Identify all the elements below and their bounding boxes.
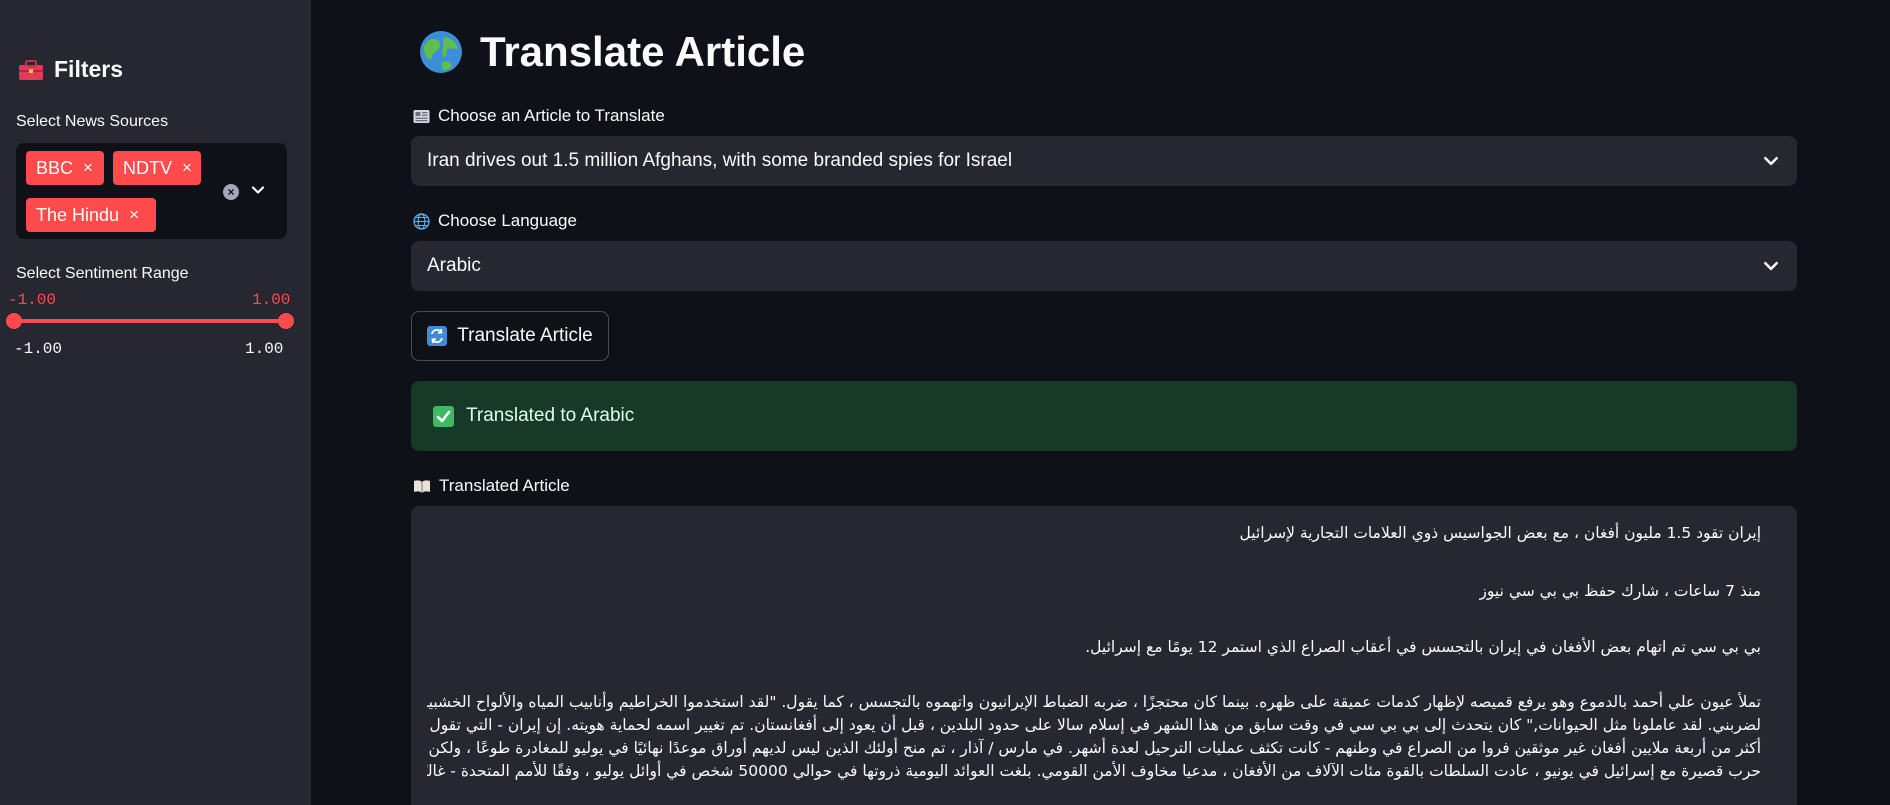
range-min-label: -1.00: [14, 340, 63, 358]
article-label-text: Choose an Article to Translate: [438, 106, 665, 125]
slider-thumb-max[interactable]: [278, 313, 294, 329]
chip-remove-icon[interactable]: ×: [83, 158, 93, 178]
chip-label: BBC: [36, 157, 74, 178]
sentiment-range-label: Select Sentiment Range: [16, 265, 189, 282]
article-select-value: Iran drives out 1.5 million Afghans, wit…: [427, 150, 1013, 171]
news-sources-label: Select News Sources: [16, 113, 169, 130]
chip-label: The Hindu: [36, 204, 120, 225]
globe-icon: [420, 31, 462, 73]
translated-line: منذ 7 ساعات ، شارك حفظ بي بي سي نيوز: [1479, 582, 1761, 600]
clear-icon[interactable]: ×: [223, 184, 239, 200]
page-title-text: Translate Article: [480, 28, 806, 75]
sidebar: Filters Select News Sources BBC × NDTV ×…: [0, 0, 311, 805]
chip-label: NDTV: [123, 157, 172, 178]
range-max-label: 1.00: [245, 340, 284, 358]
book-icon: [414, 479, 430, 493]
slider-max-value: 1.00: [252, 291, 291, 309]
translated-label: Translated Article: [413, 476, 570, 496]
chip-remove-icon[interactable]: ×: [129, 205, 139, 225]
slider-thumb-min[interactable]: [6, 313, 22, 329]
translated-line: تملأ عيون علي أحمد بالدموع وهو يرفع قميص…: [427, 693, 1761, 711]
success-message: Translated to Arabic: [466, 405, 635, 426]
globe-small-icon: [413, 212, 430, 230]
translated-line: لضربني. لقد عاملونا مثل الحيوانات," كان …: [427, 716, 1761, 734]
translated-line: حرب قصيرة مع إسرائيل في يونيو ، عادت الس…: [427, 762, 1761, 780]
chevron-down-icon[interactable]: [1763, 153, 1779, 169]
translated-line: إيران تقود 1.5 مليون أفغان ، مع بعض الجو…: [1239, 524, 1761, 542]
article-select[interactable]: Iran drives out 1.5 million Afghans, wit…: [411, 136, 1797, 186]
translate-article-button[interactable]: Translate Article: [411, 311, 609, 361]
chip-remove-icon[interactable]: ×: [182, 158, 192, 178]
page-title: Translate Article: [418, 28, 805, 76]
sentiment-slider-track[interactable]: [14, 319, 286, 323]
slider-min-value: -1.00: [8, 291, 57, 309]
translated-line: أكثر من أربعة ملايين أفغان غير موثقين فر…: [427, 739, 1761, 757]
chip-the-hindu[interactable]: The Hindu ×: [26, 198, 156, 232]
language-label: Choose Language: [413, 211, 577, 231]
article-label: Choose an Article to Translate: [413, 106, 665, 126]
chip-bbc[interactable]: BBC ×: [26, 151, 104, 185]
checkbox-icon: [433, 405, 454, 427]
chevron-down-icon[interactable]: [251, 183, 265, 197]
newspaper-icon: [413, 109, 430, 123]
sidebar-title-text: Filters: [54, 56, 124, 82]
language-select[interactable]: Arabic: [411, 241, 1797, 291]
translated-label-text: Translated Article: [439, 476, 570, 495]
translated-line: بي بي سي تم اتهام بعض الأفغان في إيران ب…: [1085, 638, 1761, 656]
refresh-icon: [427, 326, 448, 346]
toolbox-icon: [19, 59, 43, 80]
sidebar-title: Filters: [18, 56, 123, 83]
language-label-text: Choose Language: [438, 211, 577, 230]
news-sources-multiselect[interactable]: BBC × NDTV × The Hindu × ×: [16, 143, 287, 239]
translate-button-label: Translate Article: [457, 325, 593, 346]
chip-ndtv[interactable]: NDTV ×: [113, 151, 201, 185]
chevron-down-icon[interactable]: [1763, 258, 1779, 274]
success-alert: Translated to Arabic: [411, 381, 1797, 451]
translated-article-textarea[interactable]: إيران تقود 1.5 مليون أفغان ، مع بعض الجو…: [411, 506, 1797, 805]
language-select-value: Arabic: [427, 255, 481, 276]
